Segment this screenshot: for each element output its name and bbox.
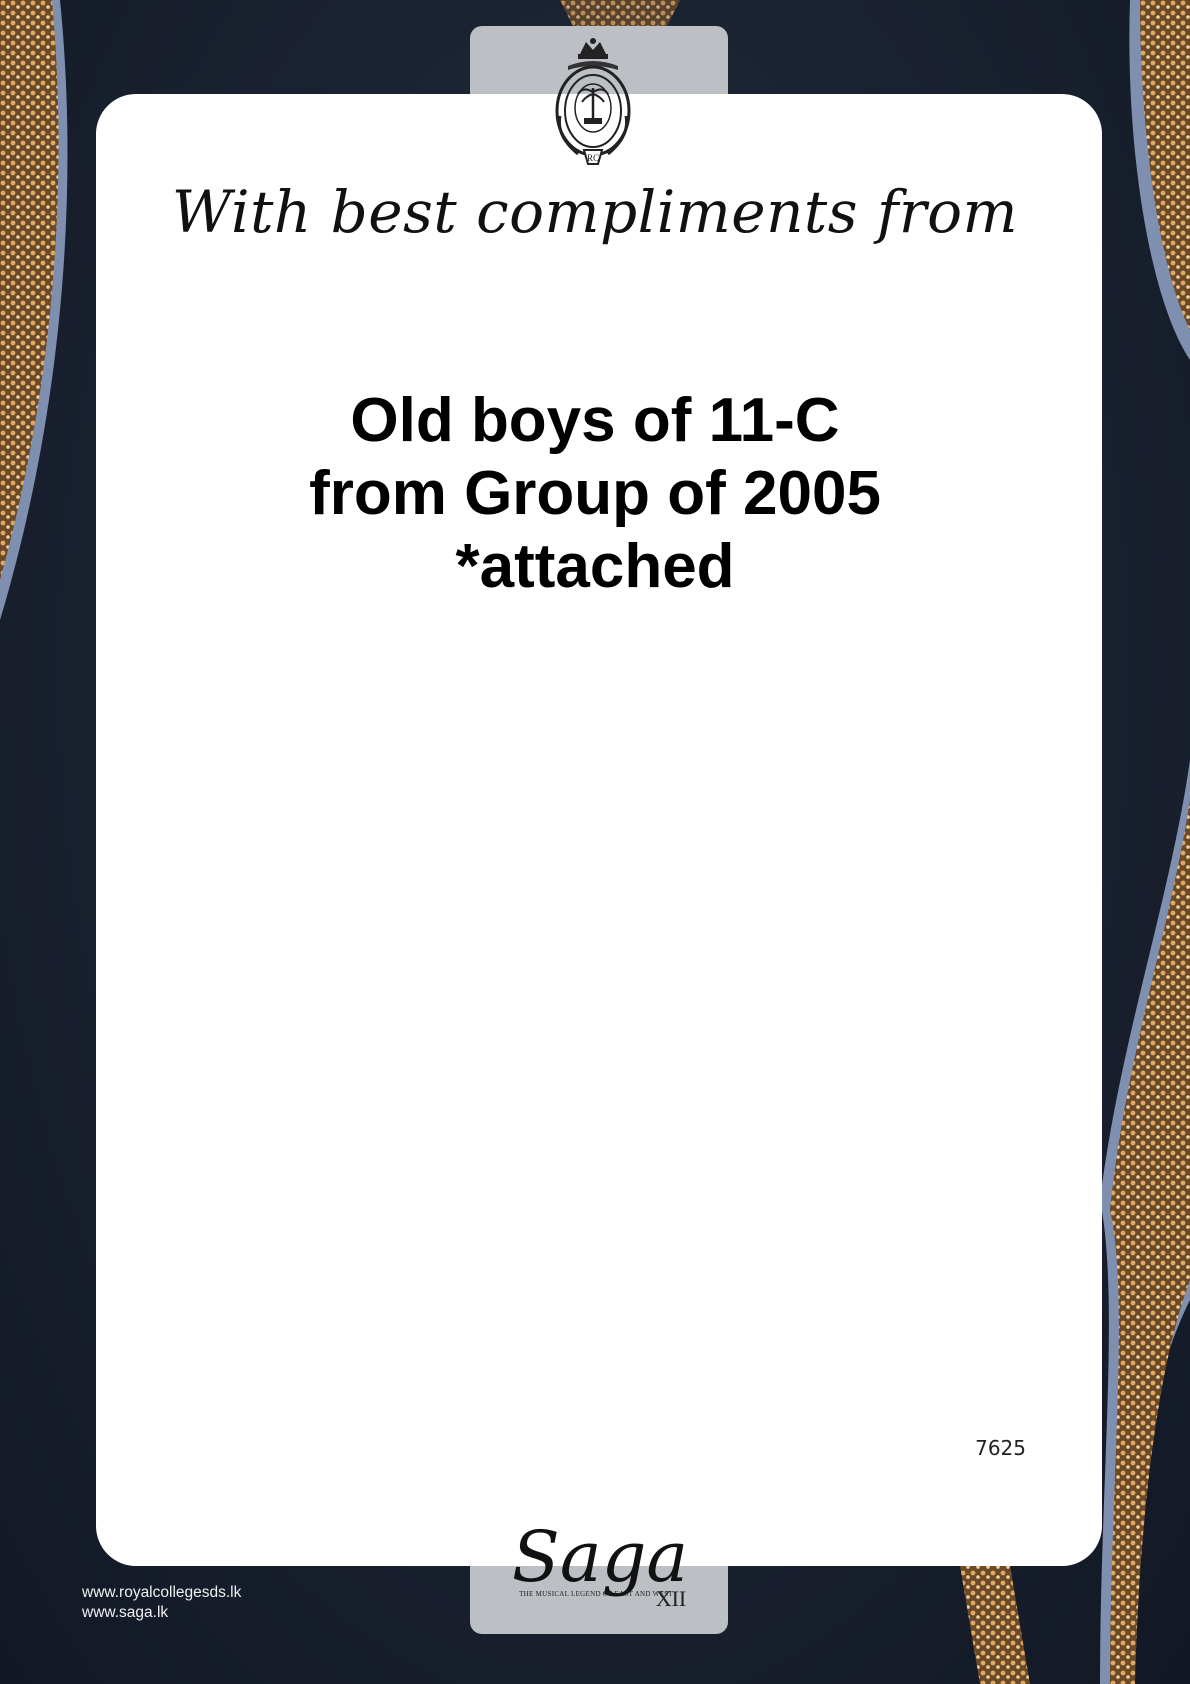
donor-name: Old boys of 11-C from Group of 2005 *att…: [0, 384, 1190, 603]
donor-line-1: Old boys of 11-C: [350, 386, 840, 455]
donor-line-3: *attached: [455, 532, 735, 601]
reference-number: 7625: [975, 1436, 1026, 1460]
donor-line-2: from Group of 2005: [309, 459, 881, 528]
saga-logo-edition: XII: [655, 1586, 687, 1611]
footer-link-saga[interactable]: www.saga.lk: [82, 1603, 241, 1623]
footer-link-royalcollege[interactable]: www.royalcollegesds.lk: [82, 1583, 241, 1603]
college-crest-icon: RC: [555, 38, 631, 165]
saga-logo: Saga THE MUSICAL LEGEND OF EAST AND WEST…: [490, 1516, 710, 1616]
message-card: [96, 94, 1102, 1566]
svg-text:RC: RC: [587, 153, 599, 163]
footer-links: www.royalcollegesds.lk www.saga.lk: [82, 1583, 241, 1623]
greeting-text: With best compliments from: [171, 178, 1019, 246]
